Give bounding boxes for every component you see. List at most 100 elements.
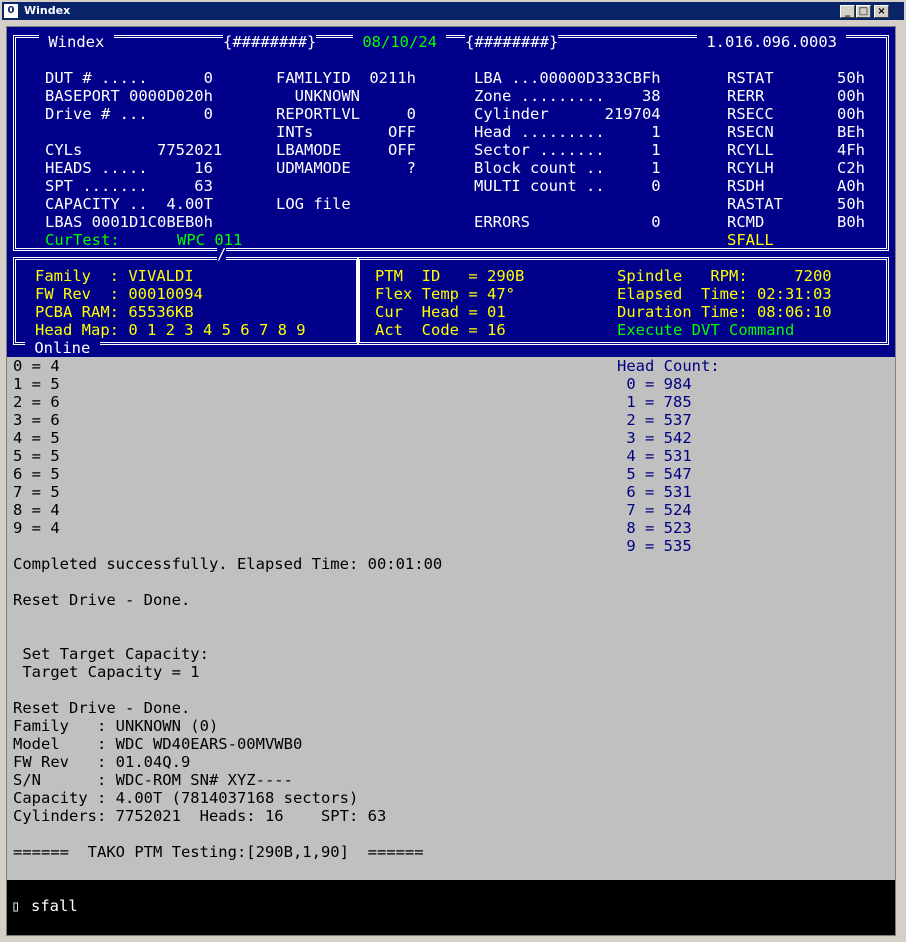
head-map-line: 2 = 6 [13,393,60,411]
log-line: Set Target Capacity: [13,645,209,663]
app-window: 0 Windex _ □ × Windex {########} 08/10/2… [0,0,906,942]
head-count-line: 7 = 524 [617,501,692,519]
header-version: 1.016.096.0003 [697,33,847,51]
lba-param-line: ERRORS 0 [474,213,661,231]
drive-param-line: LBAS 0001D1C0BEB0h [45,213,213,231]
register-name: RCMD [727,213,765,231]
log-line: Capacity : 4.00T (7814037168 sectors) [13,789,359,807]
log-line: Reset Drive - Done. [13,591,191,609]
family-param-line: UNKNOWN [276,87,360,105]
header-app-name: Windex [39,33,114,51]
head-count-line: 4 = 531 [617,447,692,465]
head-map-line: 4 = 5 [13,429,60,447]
separator-mark: / [217,245,227,263]
log-line: Target Capacity = 1 [13,663,200,681]
register-name: RSTAT [727,69,774,87]
log-line: S/N : WDC-ROM SN# XYZ---- [13,771,293,789]
ptm-info-line: PTM ID = 290B [375,267,525,285]
head-count-line: 3 = 542 [617,429,692,447]
log-line: FW Rev : 01.04Q.9 [13,753,191,771]
family-info-line: FW Rev : 00010094 [35,285,203,303]
family-info-line: Family : VIVALDI [35,267,194,285]
status-panel: Windex {########} 08/10/24 {########} 1.… [7,27,895,357]
head-map-line: 1 = 5 [13,375,60,393]
family-param-line: UDMAMODE ? [276,159,416,177]
register-value: 50h [837,195,865,213]
log-line: Model : WDC WD40EARS-00MVWB0 [13,735,303,753]
drive-param-line: CAPACITY .. 4.00T [45,195,213,213]
minimize-button[interactable]: _ [840,5,855,18]
head-map-line: 6 = 5 [13,465,60,483]
family-info-line: PCBA RAM: 65536KB [35,303,194,321]
lba-param-line: Zone ......... 38 [474,87,661,105]
close-button[interactable]: × [874,5,889,18]
head-count-line: 2 = 537 [617,411,692,429]
log-line: Family : UNKNOWN (0) [13,717,219,735]
register-value: 00h [837,87,865,105]
head-count-line: 9 = 535 [617,537,692,555]
family-info-line: Head Map: 0 1 2 3 4 5 6 7 8 9 [35,321,306,339]
header-left-hash: {########} [223,33,317,51]
register-name: RCYLH [727,159,774,177]
timing-info-line: Spindle RPM: 7200 [617,267,832,285]
head-count-title: Head Count: [617,357,720,375]
lba-param-line: Cylinder 219704 [474,105,661,123]
head-map-line: 8 = 4 [13,501,60,519]
lba-param-line: Block count .. 1 [474,159,661,177]
header-right-hash: {########} [465,33,559,51]
drive-param-line: SPT ....... 63 [45,177,213,195]
family-param-line: LOG file [276,195,351,213]
title-bar[interactable]: 0 Windex _ □ × [2,2,904,20]
drive-param-line: CYLs 7752021 [45,141,223,159]
register-value: B0h [837,213,865,231]
register-name: RSECC [727,105,774,123]
lba-param-line: MULTI count .. 0 [474,177,661,195]
command-input[interactable]: sfall [31,897,78,915]
lba-param-line: Sector ....... 1 [474,141,661,159]
drive-param-line: HEADS ..... 16 [45,159,213,177]
head-map-line: 9 = 4 [13,519,60,537]
register-name: RERR [727,87,765,105]
register-name: SFALL [727,231,774,249]
head-count-line: 5 = 547 [617,465,692,483]
window-title: Windex [24,4,71,17]
head-map-line: 3 = 6 [13,411,60,429]
head-count-line: 0 = 984 [617,375,692,393]
log-line: Completed successfully. Elapsed Time: 00… [13,555,443,573]
register-value: 4Fh [837,141,865,159]
register-value: 00h [837,105,865,123]
log-output[interactable]: 0 = 41 = 52 = 63 = 64 = 55 = 56 = 57 = 5… [11,357,891,881]
head-count-line: 6 = 531 [617,483,692,501]
family-param-line: FAMILYID 0211h [276,69,416,87]
maximize-button[interactable]: □ [856,5,871,18]
execute-command-status: Execute DVT Command [617,321,795,339]
family-param-line: REPORTLVL 0 [276,105,416,123]
ptm-info-line: Act Code = 16 [375,321,506,339]
app-icon: 0 [4,4,18,18]
log-line: Cylinders: 7752021 Heads: 16 SPT: 63 [13,807,387,825]
curtest-value: WPC 011 [177,231,243,249]
command-line[interactable]: ▯ sfall [7,880,895,935]
register-name: RCYLL [727,141,774,159]
lba-param-line: LBA ...00000D333CBFh [474,69,661,87]
register-name: RSECN [727,123,774,141]
drive-param-line: BASEPORT 0000D020h [45,87,213,105]
ptm-info-line: Cur Head = 01 [375,303,506,321]
family-param-line: INTs OFF [276,123,416,141]
log-line: Reset Drive - Done. [13,699,191,717]
head-map-line: 7 = 5 [13,483,60,501]
head-count-line: 1 = 785 [617,393,692,411]
header-date: 08/10/24 [353,33,447,51]
family-param-line: LBAMODE OFF [276,141,416,159]
log-line: ====== TAKO PTM Testing:[290B,1,90] ====… [13,843,424,861]
terminal-client: Windex {########} 08/10/24 {########} 1.… [6,26,896,936]
head-count-line: 8 = 523 [617,519,692,537]
register-name: RSDH [727,177,765,195]
online-status: Online [25,339,100,357]
curtest-label: CurTest: [45,231,120,249]
ptm-info-line: Flex Temp = 47° [375,285,515,303]
register-value: 50h [837,69,865,87]
drive-param-line: DUT # ..... 0 [45,69,213,87]
head-map-line: 5 = 5 [13,447,60,465]
timing-info-line: Duration Time: 08:06:10 [617,303,832,321]
